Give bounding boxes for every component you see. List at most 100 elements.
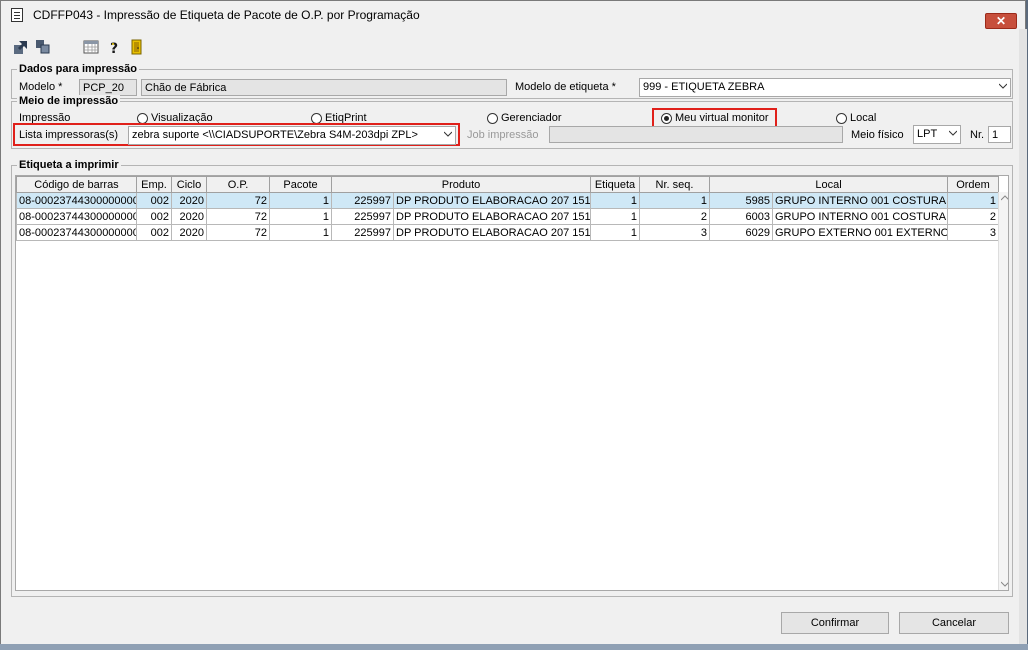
cell-ciclo: 2020: [171, 192, 207, 209]
table-scrollbar[interactable]: [998, 192, 1009, 590]
col-codigo-barras[interactable]: Código de barras: [16, 176, 137, 193]
cancelar-button[interactable]: Cancelar: [899, 612, 1009, 634]
cell-produto-code: 225997: [331, 224, 394, 241]
cell-ordem: 3: [947, 224, 1000, 241]
cell-codigo: 08-0002374430000000000: [16, 224, 137, 241]
cell-produto-code: 225997: [331, 192, 394, 209]
cell-ordem: 2: [947, 208, 1000, 225]
document-icon: [11, 8, 23, 22]
taskbar-strip: [0, 644, 1028, 650]
col-local[interactable]: Local: [708, 176, 949, 193]
cell-produto-desc: DP PRODUTO ELABORACAO 207 15116: [393, 208, 591, 225]
cell-ciclo: 2020: [171, 224, 207, 241]
etiqueta-table: Código de barras Emp. Ciclo O.P. Pacote …: [16, 176, 1000, 241]
nr-label: Nr.: [970, 129, 985, 141]
cell-etiqueta: 1: [590, 224, 640, 241]
meio-section-title: Meio de impressão: [17, 95, 121, 107]
lista-impressoras-label: Lista impressoras(s): [19, 129, 119, 141]
modelo-etiqueta-select[interactable]: 999 - ETIQUETA ZEBRA: [639, 78, 1011, 97]
col-produto[interactable]: Produto: [331, 176, 591, 193]
radio-circle: [137, 112, 148, 124]
modelo-etiqueta-label: Modelo de etiqueta *: [515, 81, 616, 93]
radio-local-label: Local: [850, 112, 877, 124]
cell-local-desc: GRUPO INTERNO 001 COSTURA FA: [771, 192, 949, 209]
cell-emp: 002: [136, 224, 172, 241]
dialog-window: CDFFP043 - Impressão de Etiqueta de Paco…: [0, 0, 1027, 649]
cell-nr-seq: 3: [639, 224, 710, 241]
job-impressao-field[interactable]: [549, 126, 843, 143]
cell-op: 72: [206, 192, 270, 209]
cell-produto-desc: DP PRODUTO ELABORACAO 207 15116: [393, 224, 591, 241]
cell-pacote: 1: [269, 192, 332, 209]
job-impressao-label: Job impressão: [467, 129, 539, 141]
cell-op: 72: [206, 208, 270, 225]
col-nr-seq[interactable]: Nr. seq.: [639, 176, 710, 193]
cell-local-code: 6029: [709, 224, 773, 241]
title-bar: CDFFP043 - Impressão de Etiqueta de Paco…: [1, 1, 1025, 29]
cell-local-desc: GRUPO EXTERNO 001 EXTERNO LA: [771, 224, 949, 241]
table-header-row: Código de barras Emp. Ciclo O.P. Pacote …: [16, 176, 1000, 193]
exit-icon[interactable]: [129, 39, 145, 55]
cell-ciclo: 2020: [171, 208, 207, 225]
lista-impressoras-value: zebra suporte <\\CIADSUPORTE\Zebra S4M-2…: [132, 129, 418, 141]
col-local-label: Local: [815, 178, 842, 191]
cell-codigo: 08-0002374430000000000: [16, 192, 137, 209]
svg-text:?: ?: [110, 41, 118, 55]
col-etiqueta[interactable]: Etiqueta: [590, 176, 640, 193]
table-row[interactable]: 08-0002374430000000000 002 2020 72 1 225…: [16, 192, 1000, 209]
modelo-label: Modelo *: [19, 81, 63, 93]
toolbar: ?: [11, 39, 211, 57]
col-produto-label: Produto: [441, 178, 481, 191]
modelo-desc-field: Chão de Fábrica: [141, 79, 507, 96]
cell-produto-code: 225997: [331, 208, 394, 225]
dados-section-title: Dados para impressão: [17, 63, 139, 75]
radio-circle: [487, 112, 498, 124]
confirmar-button[interactable]: Confirmar: [781, 612, 889, 634]
export-icon[interactable]: [13, 39, 29, 55]
radio-local[interactable]: Local: [836, 112, 876, 126]
cell-pacote: 1: [269, 208, 332, 225]
meio-fisico-label: Meio físico: [851, 129, 904, 141]
modelo-code-field[interactable]: PCP_20: [79, 79, 137, 96]
cell-etiqueta: 1: [590, 192, 640, 209]
radio-circle: [836, 112, 847, 124]
table-row[interactable]: 08-0002374430000000000 002 2020 72 1 225…: [16, 224, 1000, 241]
cell-emp: 002: [136, 192, 172, 209]
cell-emp: 002: [136, 208, 172, 225]
cell-produto-desc: DP PRODUTO ELABORACAO 207 15116: [393, 192, 591, 209]
col-emp[interactable]: Emp.: [136, 176, 172, 193]
etiqueta-grid: Código de barras Emp. Ciclo O.P. Pacote …: [15, 175, 1009, 591]
col-ciclo[interactable]: Ciclo: [171, 176, 207, 193]
cell-op: 72: [206, 224, 270, 241]
cell-nr-seq: 1: [639, 192, 710, 209]
cell-pacote: 1: [269, 224, 332, 241]
close-button[interactable]: ✕: [985, 13, 1017, 29]
meio-fisico-select[interactable]: LPT: [913, 125, 961, 144]
col-pacote[interactable]: Pacote: [269, 176, 332, 193]
col-ordem[interactable]: Ordem: [947, 176, 1000, 193]
copy-icon[interactable]: [35, 39, 51, 55]
calendar-icon[interactable]: [83, 39, 99, 55]
scroll-up-icon[interactable]: [1001, 194, 1009, 202]
etiqueta-section-title: Etiqueta a imprimir: [17, 159, 121, 171]
cell-local-code: 5985: [709, 192, 773, 209]
cell-codigo: 08-0002374430000000000: [16, 208, 137, 225]
chevron-down-icon: [444, 131, 452, 137]
modelo-etiqueta-value: 999 - ETIQUETA ZEBRA: [643, 81, 765, 93]
table-row[interactable]: 08-0002374430000000000 002 2020 72 1 225…: [16, 208, 1000, 225]
help-icon[interactable]: ?: [107, 39, 123, 55]
cell-local-desc: GRUPO INTERNO 001 COSTURA FIC: [771, 208, 949, 225]
col-op[interactable]: O.P.: [206, 176, 270, 193]
cell-ordem: 1: [947, 192, 1000, 209]
window-title: CDFFP043 - Impressão de Etiqueta de Paco…: [33, 8, 420, 22]
meio-fisico-value: LPT: [917, 128, 938, 140]
cell-local-code: 6003: [709, 208, 773, 225]
scroll-down-icon[interactable]: [1001, 580, 1009, 588]
window-edge-scrollbar: [1019, 29, 1027, 649]
chevron-down-icon: [949, 130, 957, 136]
radio-circle: [311, 112, 322, 124]
lista-impressoras-select[interactable]: zebra suporte <\\CIADSUPORTE\Zebra S4M-2…: [128, 126, 456, 145]
radio-gerenciador[interactable]: Gerenciador: [487, 112, 562, 126]
nr-field[interactable]: 1: [988, 126, 1011, 143]
radio-gerenciador-label: Gerenciador: [501, 112, 562, 124]
